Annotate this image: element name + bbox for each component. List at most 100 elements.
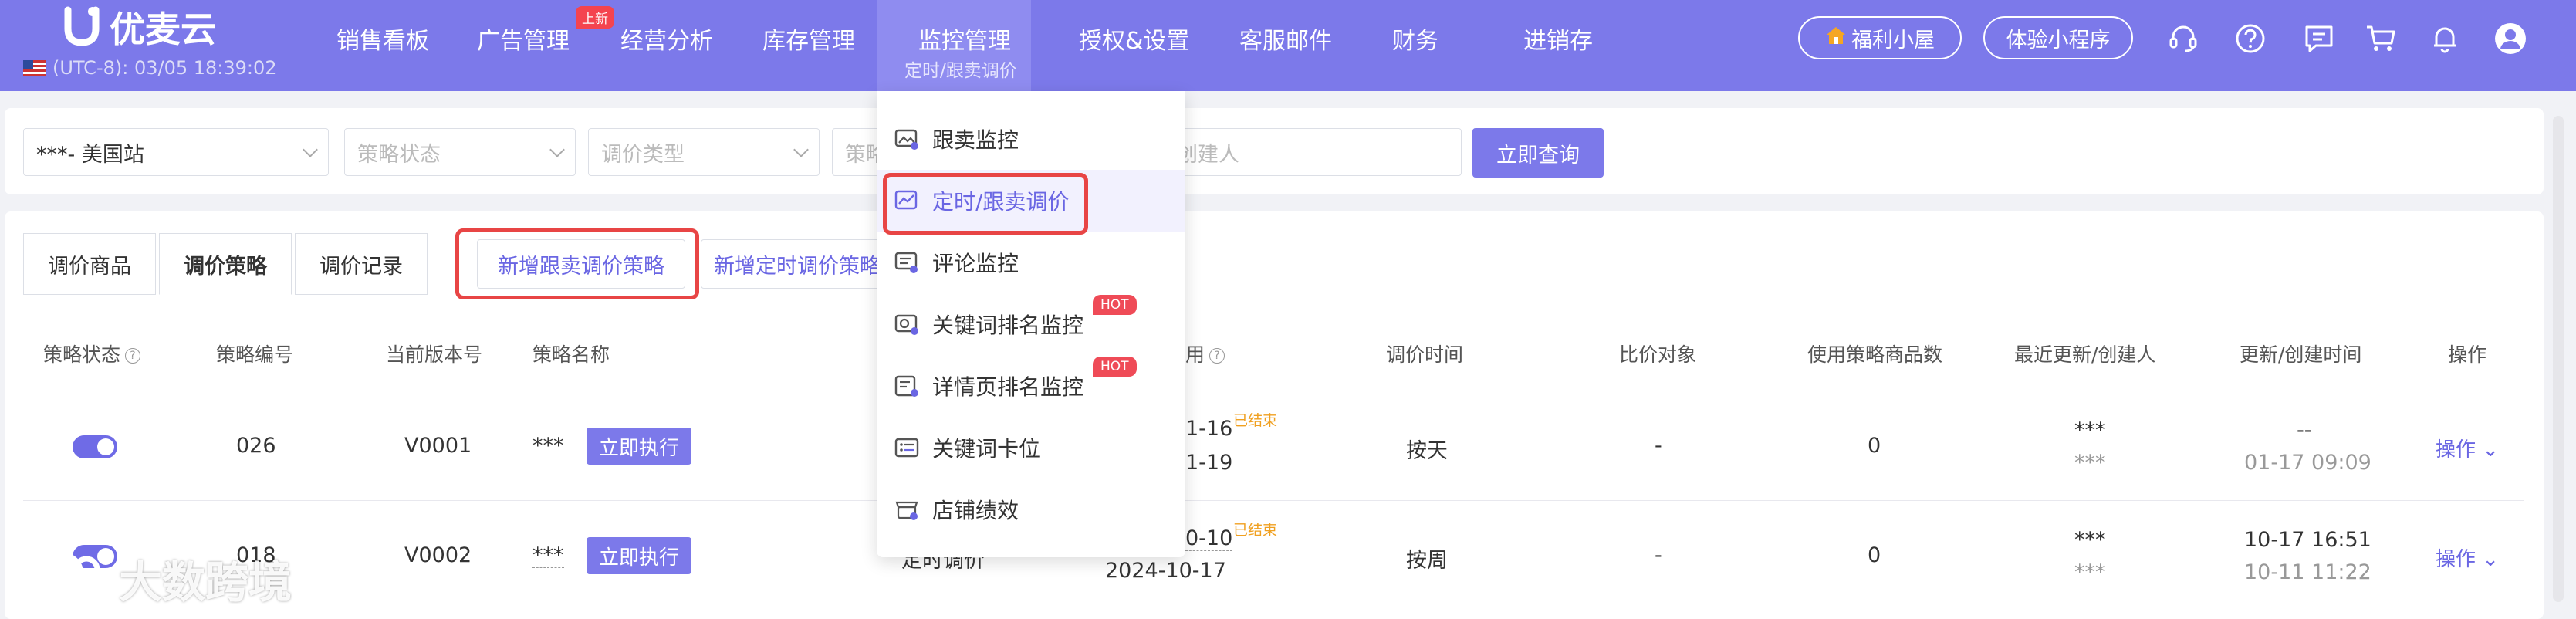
nav-purchase-sales-stock[interactable]: 进销存: [1523, 22, 1593, 56]
chevron-down-icon: [303, 142, 318, 157]
compare-target: -: [1655, 434, 1662, 458]
creator: ***: [2074, 451, 2106, 475]
run-now-button[interactable]: 立即执行: [587, 428, 691, 465]
col-header-version: 当前版本号: [386, 343, 483, 366]
question-icon: ?: [125, 348, 141, 364]
miniapp-label: 体验小程序: [2006, 28, 2111, 52]
timezone-clock: (UTC-8): 03/05 18:39:02: [23, 57, 277, 79]
miniapp-button[interactable]: 体验小程序: [1983, 16, 2133, 59]
question-icon: ?: [1209, 348, 1225, 364]
col-header-compare: 比价对象: [1619, 343, 1697, 366]
logo-text: 优麦云: [110, 8, 216, 50]
strategy-name[interactable]: ***: [532, 434, 564, 458]
nav-sales-dashboard[interactable]: 销售看板: [336, 22, 429, 56]
creator-input[interactable]: 创建人: [1173, 128, 1462, 176]
menu-item-follow-monitor[interactable]: 跟卖监控: [877, 108, 1185, 170]
chevron-down-icon: [793, 142, 809, 157]
status-toggle[interactable]: [73, 435, 117, 458]
query-button[interactable]: 立即查询: [1472, 128, 1604, 178]
tab-price-records[interactable]: 调价记录: [295, 233, 428, 295]
nav-customer-email[interactable]: 客服邮件: [1239, 22, 1332, 56]
scrollbar[interactable]: [2553, 116, 2564, 602]
period-end: 2024-10-17: [1105, 559, 1226, 583]
nav-business-analysis[interactable]: 经营分析: [620, 22, 713, 56]
col-header-period: 用?: [1185, 340, 1225, 367]
col-header-name: 策略名称: [532, 343, 610, 366]
nav-ads-management[interactable]: 广告管理: [477, 22, 570, 56]
menu-label: 关键词卡位: [932, 436, 1041, 462]
hot-badge: HOT: [1093, 295, 1137, 315]
menu-label: 关键词排名监控: [932, 313, 1084, 338]
period-start: 0-10: [1185, 526, 1233, 551]
comment-monitor-icon: [894, 249, 920, 276]
new-badge: 上新: [576, 6, 614, 29]
clock-text: (UTC-8): 03/05 18:39:02: [52, 57, 277, 79]
top-navigation-bar: 优麦云 (UTC-8): 03/05 18:39:02 销售看板 广告管理 上新…: [0, 0, 2576, 91]
ops-dropdown[interactable]: 操作 ⌄: [2436, 434, 2499, 462]
chevron-down-icon: ⌄: [2482, 438, 2500, 462]
menu-label: 详情页排名监控: [932, 374, 1084, 400]
nav-auth-settings[interactable]: 授权&设置: [1079, 22, 1189, 56]
message-icon[interactable]: [2302, 22, 2336, 56]
menu-item-keyword-rank-monitor[interactable]: 关键词排名监控 HOT: [877, 293, 1185, 355]
compare-target: -: [1655, 543, 1662, 567]
bell-icon[interactable]: [2428, 22, 2462, 56]
nav-monitor-management[interactable]: 监控管理: [918, 22, 1011, 56]
strategy-name[interactable]: ***: [532, 543, 564, 568]
period-start: 1-16: [1185, 417, 1233, 441]
avatar-icon[interactable]: [2493, 22, 2527, 56]
price-time: 按周: [1406, 549, 1448, 573]
period-end: 1-19: [1185, 451, 1233, 475]
tab-price-products[interactable]: 调价商品: [23, 233, 156, 295]
keyword-slot-icon: [894, 435, 920, 461]
menu-item-detail-rank-monitor[interactable]: 详情页排名监控 HOT: [877, 355, 1185, 417]
menu-label: 店铺绩效: [932, 498, 1019, 523]
welfare-button[interactable]: 福利小屋: [1798, 16, 1962, 59]
menu-label: 评论监控: [932, 251, 1019, 276]
price-type-select[interactable]: 调价类型: [588, 128, 820, 176]
col-header-updater: 最近更新/创建人: [2014, 343, 2156, 366]
run-now-button[interactable]: 立即执行: [587, 537, 691, 574]
chevron-down-icon: [549, 142, 565, 157]
create-time: 01-17 09:09: [2244, 451, 2371, 475]
strategy-status-select[interactable]: 策略状态: [344, 128, 576, 176]
strategy-status-placeholder: 策略状态: [357, 142, 441, 167]
detail-rank-icon: [894, 373, 920, 399]
help-icon[interactable]: [2233, 22, 2267, 56]
add-timed-strategy-button[interactable]: 新增定时调价策略: [701, 239, 894, 289]
monitor-dropdown-menu: 跟卖监控 定时/跟卖调价 评论监控 关键词排名监控 HOT 详情页排名监控 HO…: [877, 91, 1185, 557]
col-header-product-count: 使用策略商品数: [1807, 343, 1943, 366]
nav-inventory-management[interactable]: 库存管理: [762, 22, 855, 56]
logo-icon: [63, 5, 100, 49]
update-time: 10-17 16:51: [2244, 528, 2371, 552]
product-count: 0: [1868, 434, 1881, 458]
site-select-value: ***- 美国站: [36, 142, 144, 167]
watermark: 大数跨境: [11, 546, 292, 611]
tab-price-strategy[interactable]: 调价策略: [159, 233, 292, 295]
col-header-id: 策略编号: [216, 343, 294, 366]
menu-item-keyword-slot[interactable]: 关键词卡位: [877, 417, 1185, 479]
watermark-logo-icon: [11, 546, 111, 611]
headset-icon[interactable]: [2166, 22, 2200, 56]
updater: ***: [2074, 418, 2106, 442]
nav-finance[interactable]: 财务: [1392, 22, 1438, 56]
col-header-update-time: 更新/创建时间: [2240, 343, 2362, 366]
welfare-label: 福利小屋: [1851, 28, 1935, 52]
creator: ***: [2074, 560, 2106, 584]
ops-dropdown[interactable]: 操作 ⌄: [2436, 543, 2499, 572]
version: V0002: [404, 543, 472, 567]
price-type-placeholder: 调价类型: [601, 142, 685, 167]
creator-placeholder: 创建人: [1177, 142, 1239, 167]
nav-monitor-subtitle: 定时/跟卖调价: [904, 61, 1017, 81]
logo[interactable]: 优麦云: [63, 2, 216, 52]
menu-item-review-monitor[interactable]: 评论监控: [877, 232, 1185, 293]
strategy-id: 026: [236, 434, 276, 458]
highlight-box-add-follow: [455, 228, 699, 299]
update-time: --: [2297, 418, 2312, 442]
keyword-rank-icon: [894, 311, 920, 337]
site-select[interactable]: ***- 美国站: [23, 128, 329, 176]
cart-icon[interactable]: [2364, 22, 2398, 56]
col-header-status: 策略状态?: [43, 340, 141, 367]
updater: ***: [2074, 528, 2106, 552]
menu-item-store-performance[interactable]: 店铺绩效: [877, 479, 1185, 540]
